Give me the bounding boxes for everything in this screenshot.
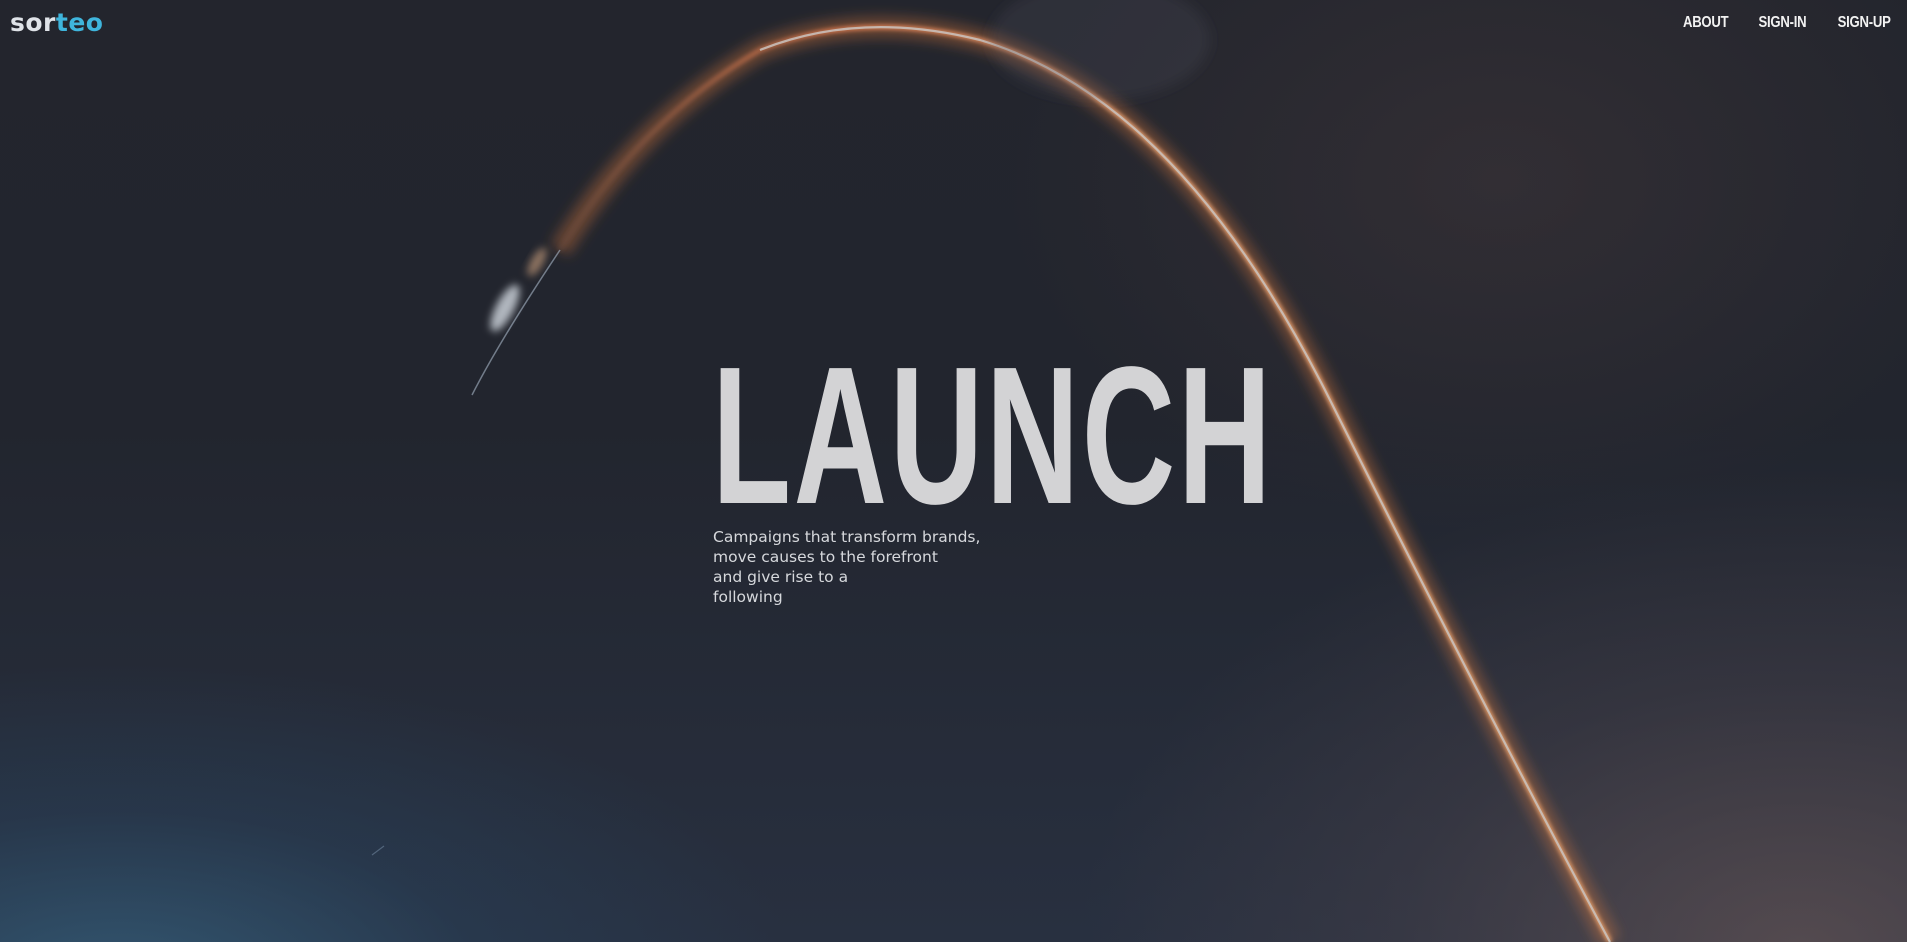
launch-trail xyxy=(471,249,561,396)
hero-tagline-line: following xyxy=(713,588,783,606)
distant-streak xyxy=(371,845,385,856)
top-nav: ABOUT SIGN-IN SIGN-UP xyxy=(1673,14,1892,32)
landing-page: sorteo ABOUT SIGN-IN SIGN-UP LAUNCH Camp… xyxy=(0,0,1907,942)
smoke-cloud xyxy=(990,0,1210,100)
hero-headline: LAUNCH xyxy=(712,326,1274,545)
nav-link-sign-in[interactable]: SIGN-IN xyxy=(1759,14,1807,32)
brand-logo-text-accent: teo xyxy=(55,8,104,37)
hero-tagline-line: Campaigns that transform brands, xyxy=(713,528,981,546)
nav-link-about[interactable]: ABOUT xyxy=(1683,14,1729,32)
exhaust-plume-warm xyxy=(527,247,547,277)
brand-logo[interactable]: sorteo xyxy=(10,8,103,38)
exhaust-plume xyxy=(490,284,520,332)
hero-tagline: Campaigns that transform brands, move ca… xyxy=(713,527,1033,607)
brand-logo-text-primary: sor xyxy=(10,8,56,37)
hero-tagline-line: and give rise to a xyxy=(713,568,849,586)
hero-tagline-line: move causes to the forefront xyxy=(713,548,938,566)
nav-link-sign-up[interactable]: SIGN-UP xyxy=(1838,14,1891,32)
